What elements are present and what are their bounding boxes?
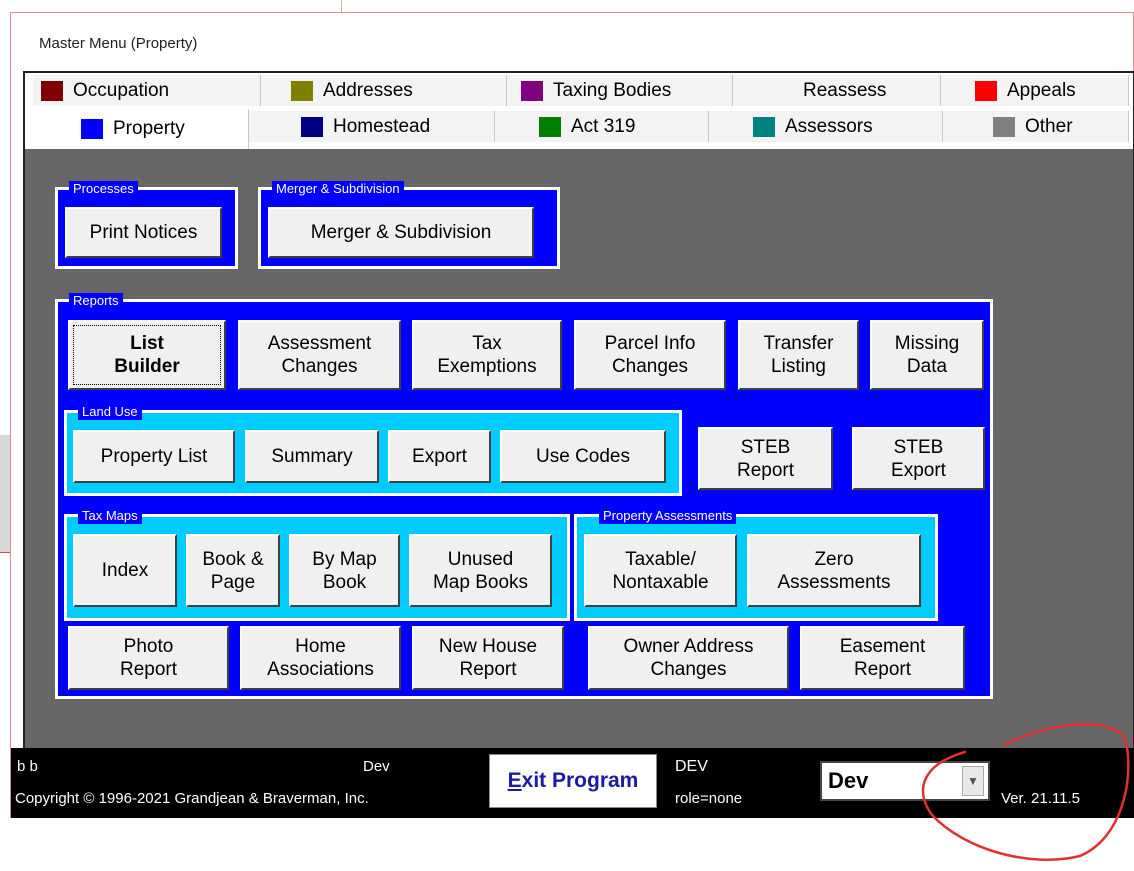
group-label: Land Use bbox=[78, 404, 142, 420]
exit-accelerator-key: E bbox=[507, 769, 522, 792]
land-use-export-button[interactable]: Export bbox=[388, 430, 491, 483]
exit-label: xit Program bbox=[521, 769, 639, 792]
tax-maps-group: Tax Maps Index Book & Page By Map Book U… bbox=[64, 508, 570, 621]
exit-program-button[interactable]: Exit Program bbox=[489, 754, 657, 808]
environment-selected-value: Dev bbox=[828, 768, 869, 793]
tab-label: Reassess bbox=[803, 79, 887, 101]
role-label: role=none bbox=[675, 790, 743, 807]
tab-label: Property bbox=[113, 118, 185, 139]
tab-reassess[interactable]: Reassess bbox=[733, 75, 941, 106]
tab-label: Appeals bbox=[1007, 79, 1076, 101]
occupation-color-swatch bbox=[41, 80, 63, 101]
tab-label: Addresses bbox=[323, 79, 413, 101]
tab-occupation[interactable]: Occupation bbox=[33, 75, 261, 106]
tab-taxing-bodies[interactable]: Taxing Bodies bbox=[507, 75, 733, 106]
merger-subdivision-group: Merger & Subdivision Merger & Subdivisio… bbox=[258, 181, 560, 269]
master-menu-window: Master Menu (Property) Occupation Addres… bbox=[10, 12, 1134, 818]
summary-button[interactable]: Summary bbox=[245, 430, 379, 483]
steb-export-button[interactable]: STEB Export bbox=[852, 427, 985, 490]
environment-label: Dev bbox=[363, 758, 390, 775]
list-builder-button[interactable]: List Builder bbox=[68, 320, 226, 390]
property-color-swatch bbox=[81, 119, 103, 139]
taxing-bodies-color-swatch bbox=[521, 80, 543, 101]
appeals-color-swatch bbox=[975, 80, 997, 101]
tab-label: Act 319 bbox=[571, 115, 636, 137]
group-label: Processes bbox=[69, 181, 138, 197]
act-319-color-swatch bbox=[539, 116, 561, 137]
version-label: Ver. 21.11.5 bbox=[1001, 790, 1080, 807]
group-label: Tax Maps bbox=[78, 508, 142, 524]
reports-group: Reports List Builder Assessment Changes … bbox=[55, 293, 993, 699]
property-tab-panel: Processes Print Notices Merger & Subdivi… bbox=[25, 149, 1133, 759]
transfer-listing-button[interactable]: Transfer Listing bbox=[738, 320, 859, 390]
assessment-changes-button[interactable]: Assessment Changes bbox=[238, 320, 401, 390]
group-label: Property Assessments bbox=[599, 508, 737, 524]
tab-label: Occupation bbox=[73, 79, 170, 101]
assessors-color-swatch bbox=[753, 116, 775, 137]
tab-assessors[interactable]: Assessors bbox=[709, 111, 943, 142]
chevron-down-icon[interactable]: ▼ bbox=[962, 766, 984, 796]
print-notices-button[interactable]: Print Notices bbox=[65, 207, 222, 258]
book-page-button[interactable]: Book & Page bbox=[186, 534, 280, 607]
unused-map-books-button[interactable]: Unused Map Books bbox=[409, 534, 552, 607]
database-label: DEV bbox=[675, 758, 708, 775]
property-assessments-group: Property Assessments Taxable/ Nontaxable… bbox=[574, 508, 938, 621]
steb-report-button[interactable]: STEB Report bbox=[698, 427, 833, 490]
user-name: b b bbox=[17, 758, 38, 775]
group-label: Merger & Subdivision bbox=[272, 181, 404, 197]
tab-appeals[interactable]: Appeals bbox=[941, 75, 1129, 106]
background-window-fragment bbox=[0, 435, 10, 553]
tab-label: Other bbox=[1025, 115, 1073, 137]
background-window-fragment bbox=[0, 0, 342, 12]
index-button[interactable]: Index bbox=[73, 534, 177, 607]
by-map-book-button[interactable]: By Map Book bbox=[289, 534, 400, 607]
window-title: Master Menu (Property) bbox=[39, 35, 198, 52]
tab-homestead[interactable]: Homestead bbox=[249, 111, 495, 142]
copyright-text: Copyright © 1996-2021 Grandjean & Braver… bbox=[15, 790, 369, 807]
property-list-button[interactable]: Property List bbox=[73, 430, 235, 483]
tab-label: Taxing Bodies bbox=[553, 79, 672, 101]
tab-label: Homestead bbox=[333, 115, 431, 137]
environment-select[interactable]: Dev ▼ bbox=[820, 761, 990, 801]
zero-assessments-button[interactable]: Zero Assessments bbox=[747, 534, 921, 607]
merger-subdivision-button[interactable]: Merger & Subdivision bbox=[268, 207, 534, 258]
tab-addresses[interactable]: Addresses bbox=[261, 75, 507, 106]
processes-group: Processes Print Notices bbox=[55, 181, 238, 269]
tab-other[interactable]: Other bbox=[943, 111, 1129, 142]
addresses-color-swatch bbox=[291, 80, 313, 101]
tab-act-319[interactable]: Act 319 bbox=[495, 111, 709, 142]
missing-data-button[interactable]: Missing Data bbox=[870, 320, 984, 390]
parcel-info-changes-button[interactable]: Parcel Info Changes bbox=[574, 320, 726, 390]
taxable-nontaxable-button[interactable]: Taxable/ Nontaxable bbox=[584, 534, 737, 607]
group-label: Reports bbox=[69, 293, 123, 309]
tab-label: Assessors bbox=[785, 115, 873, 137]
other-color-swatch bbox=[993, 116, 1015, 137]
home-associations-button[interactable]: Home Associations bbox=[240, 626, 401, 690]
new-house-report-button[interactable]: New House Report bbox=[412, 626, 564, 690]
use-codes-button[interactable]: Use Codes bbox=[500, 430, 666, 483]
homestead-color-swatch bbox=[301, 116, 323, 137]
tab-control: Occupation Addresses Taxing Bodies Reass… bbox=[23, 71, 1134, 761]
tab-property[interactable]: Property bbox=[53, 109, 249, 149]
owner-address-changes-button[interactable]: Owner Address Changes bbox=[588, 626, 789, 690]
tax-exemptions-button[interactable]: Tax Exemptions bbox=[412, 320, 562, 390]
photo-report-button[interactable]: Photo Report bbox=[68, 626, 229, 690]
status-bar: b b Dev Copyright © 1996-2021 Grandjean … bbox=[11, 748, 1134, 818]
easement-report-button[interactable]: Easement Report bbox=[800, 626, 965, 690]
land-use-group: Land Use Property List Summary Export Us… bbox=[64, 404, 682, 496]
